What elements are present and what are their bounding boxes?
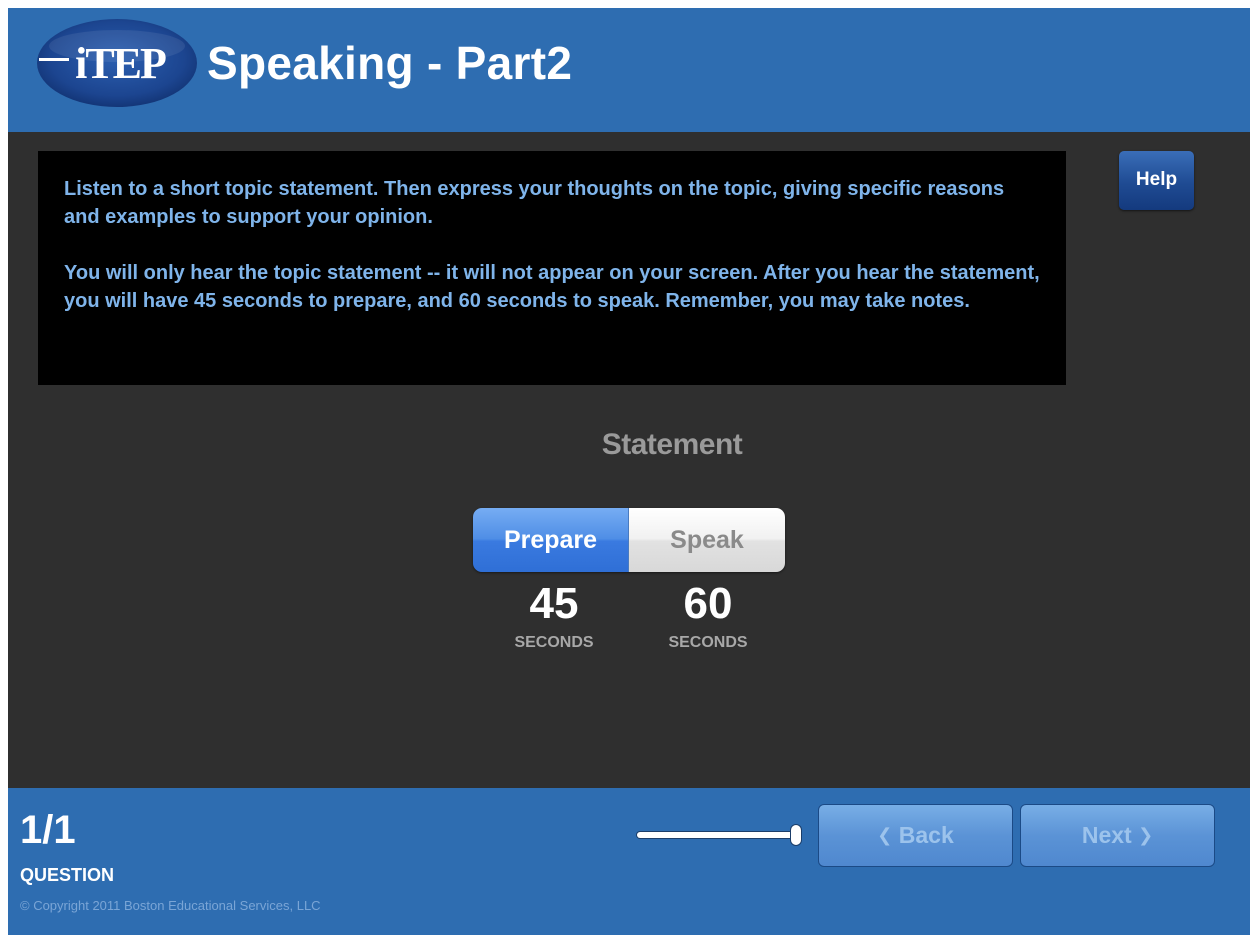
- prepare-seconds-value: 45: [529, 579, 579, 628]
- speak-seconds-value: 60: [683, 579, 733, 628]
- app-window: iTEP Speaking - Part2 Listen to a short …: [8, 8, 1250, 935]
- instructions-panel: Listen to a short topic statement. Then …: [38, 151, 1066, 385]
- volume-slider[interactable]: [637, 825, 803, 845]
- header-bar: iTEP Speaking - Part2: [8, 8, 1250, 132]
- speak-seconds-unit: SECONDS: [668, 634, 748, 651]
- volume-slider-track: [637, 832, 797, 838]
- back-button-label: Back: [898, 822, 954, 848]
- help-button[interactable]: Help: [1119, 151, 1194, 210]
- instructions-paragraph-2: You will only hear the topic statement -…: [64, 262, 1040, 312]
- back-button[interactable]: ❮ Back: [818, 804, 1013, 867]
- copyright-text: © Copyright 2011 Boston Educational Serv…: [20, 898, 321, 913]
- volume-slider-thumb[interactable]: [791, 825, 801, 845]
- page-title: Speaking - Part2: [207, 37, 573, 89]
- phase-prepare-segment: Prepare: [473, 508, 629, 572]
- instructions-paragraph-1: Listen to a short topic statement. Then …: [64, 178, 1005, 228]
- itep-logo: iTEP: [37, 19, 197, 107]
- chevron-right-icon: ❯: [1138, 825, 1154, 845]
- question-counter: 1/1: [20, 808, 76, 852]
- question-label: QUESTION: [20, 865, 115, 885]
- phase-speak-segment: Speak: [629, 508, 785, 572]
- phase-indicator: Prepare Speak: [473, 508, 785, 572]
- next-button-label: Next: [1081, 822, 1132, 848]
- footer-bar: 1/1 QUESTION © Copyright 2011 Boston Edu…: [8, 788, 1250, 935]
- chevron-left-icon: ❮: [877, 825, 893, 845]
- logo-text: iTEP: [75, 39, 166, 88]
- next-button[interactable]: Next ❯: [1020, 804, 1215, 867]
- prepare-seconds-unit: SECONDS: [514, 634, 594, 651]
- statement-title: Statement: [601, 428, 743, 461]
